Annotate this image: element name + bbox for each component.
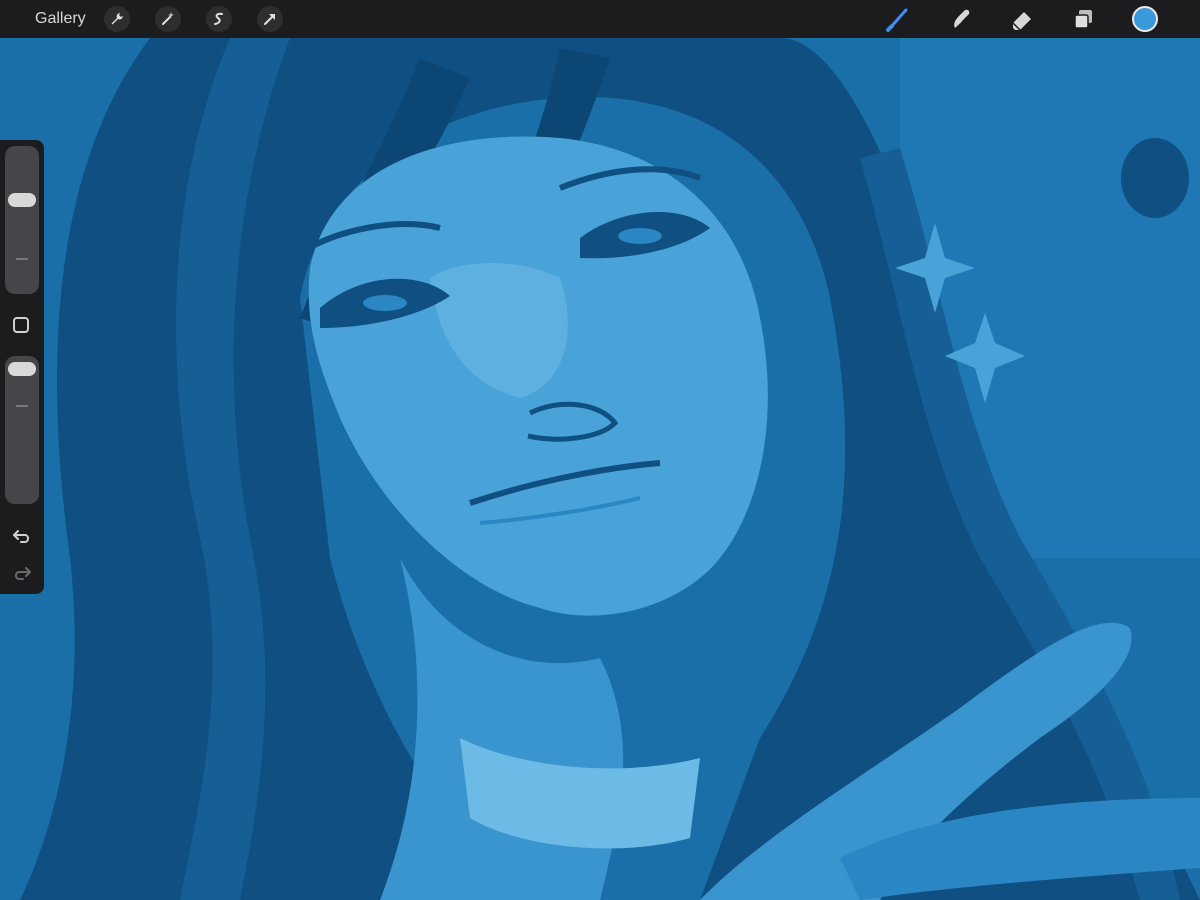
- brush-icon: [886, 8, 908, 32]
- magic-wand-icon: [162, 12, 174, 25]
- transform-arrow-icon: [264, 14, 275, 25]
- redo-icon: [15, 567, 31, 580]
- opacity-slider[interactable]: [5, 356, 39, 504]
- undo-icon: [13, 530, 29, 543]
- right-iris: [618, 228, 662, 244]
- undo-button[interactable]: [11, 526, 33, 546]
- artwork-illustration: [0, 38, 1200, 900]
- brush-tool-button[interactable]: [885, 5, 913, 33]
- color-picker-button[interactable]: [1132, 6, 1158, 32]
- actions-button[interactable]: [104, 6, 130, 32]
- adjustments-button[interactable]: [155, 6, 181, 32]
- brush-size-slider[interactable]: [5, 146, 39, 294]
- selection-icon: [214, 12, 223, 25]
- layers-button[interactable]: [1070, 5, 1098, 33]
- selection-button[interactable]: [206, 6, 232, 32]
- redo-button[interactable]: [11, 563, 33, 583]
- slider-tick: [16, 258, 28, 260]
- smudge-icon: [954, 9, 970, 28]
- eraser-icon: [1012, 12, 1031, 31]
- left-sidebar: [0, 140, 44, 594]
- opacity-slider-thumb[interactable]: [8, 362, 36, 376]
- transform-button[interactable]: [257, 6, 283, 32]
- brush-size-slider-thumb[interactable]: [8, 193, 36, 207]
- top-toolbar: Gallery: [0, 0, 1200, 38]
- wrench-icon: [111, 13, 123, 25]
- eraser-tool-button[interactable]: [1008, 5, 1036, 33]
- smudge-tool-button[interactable]: [946, 5, 974, 33]
- layers-icon: [1074, 10, 1092, 29]
- paint-blob: [1121, 138, 1189, 218]
- gallery-button[interactable]: Gallery: [35, 9, 86, 29]
- drawing-canvas[interactable]: [0, 38, 1200, 900]
- slider-tick: [16, 405, 28, 407]
- modify-square-icon[interactable]: [13, 317, 29, 333]
- left-iris: [363, 295, 407, 311]
